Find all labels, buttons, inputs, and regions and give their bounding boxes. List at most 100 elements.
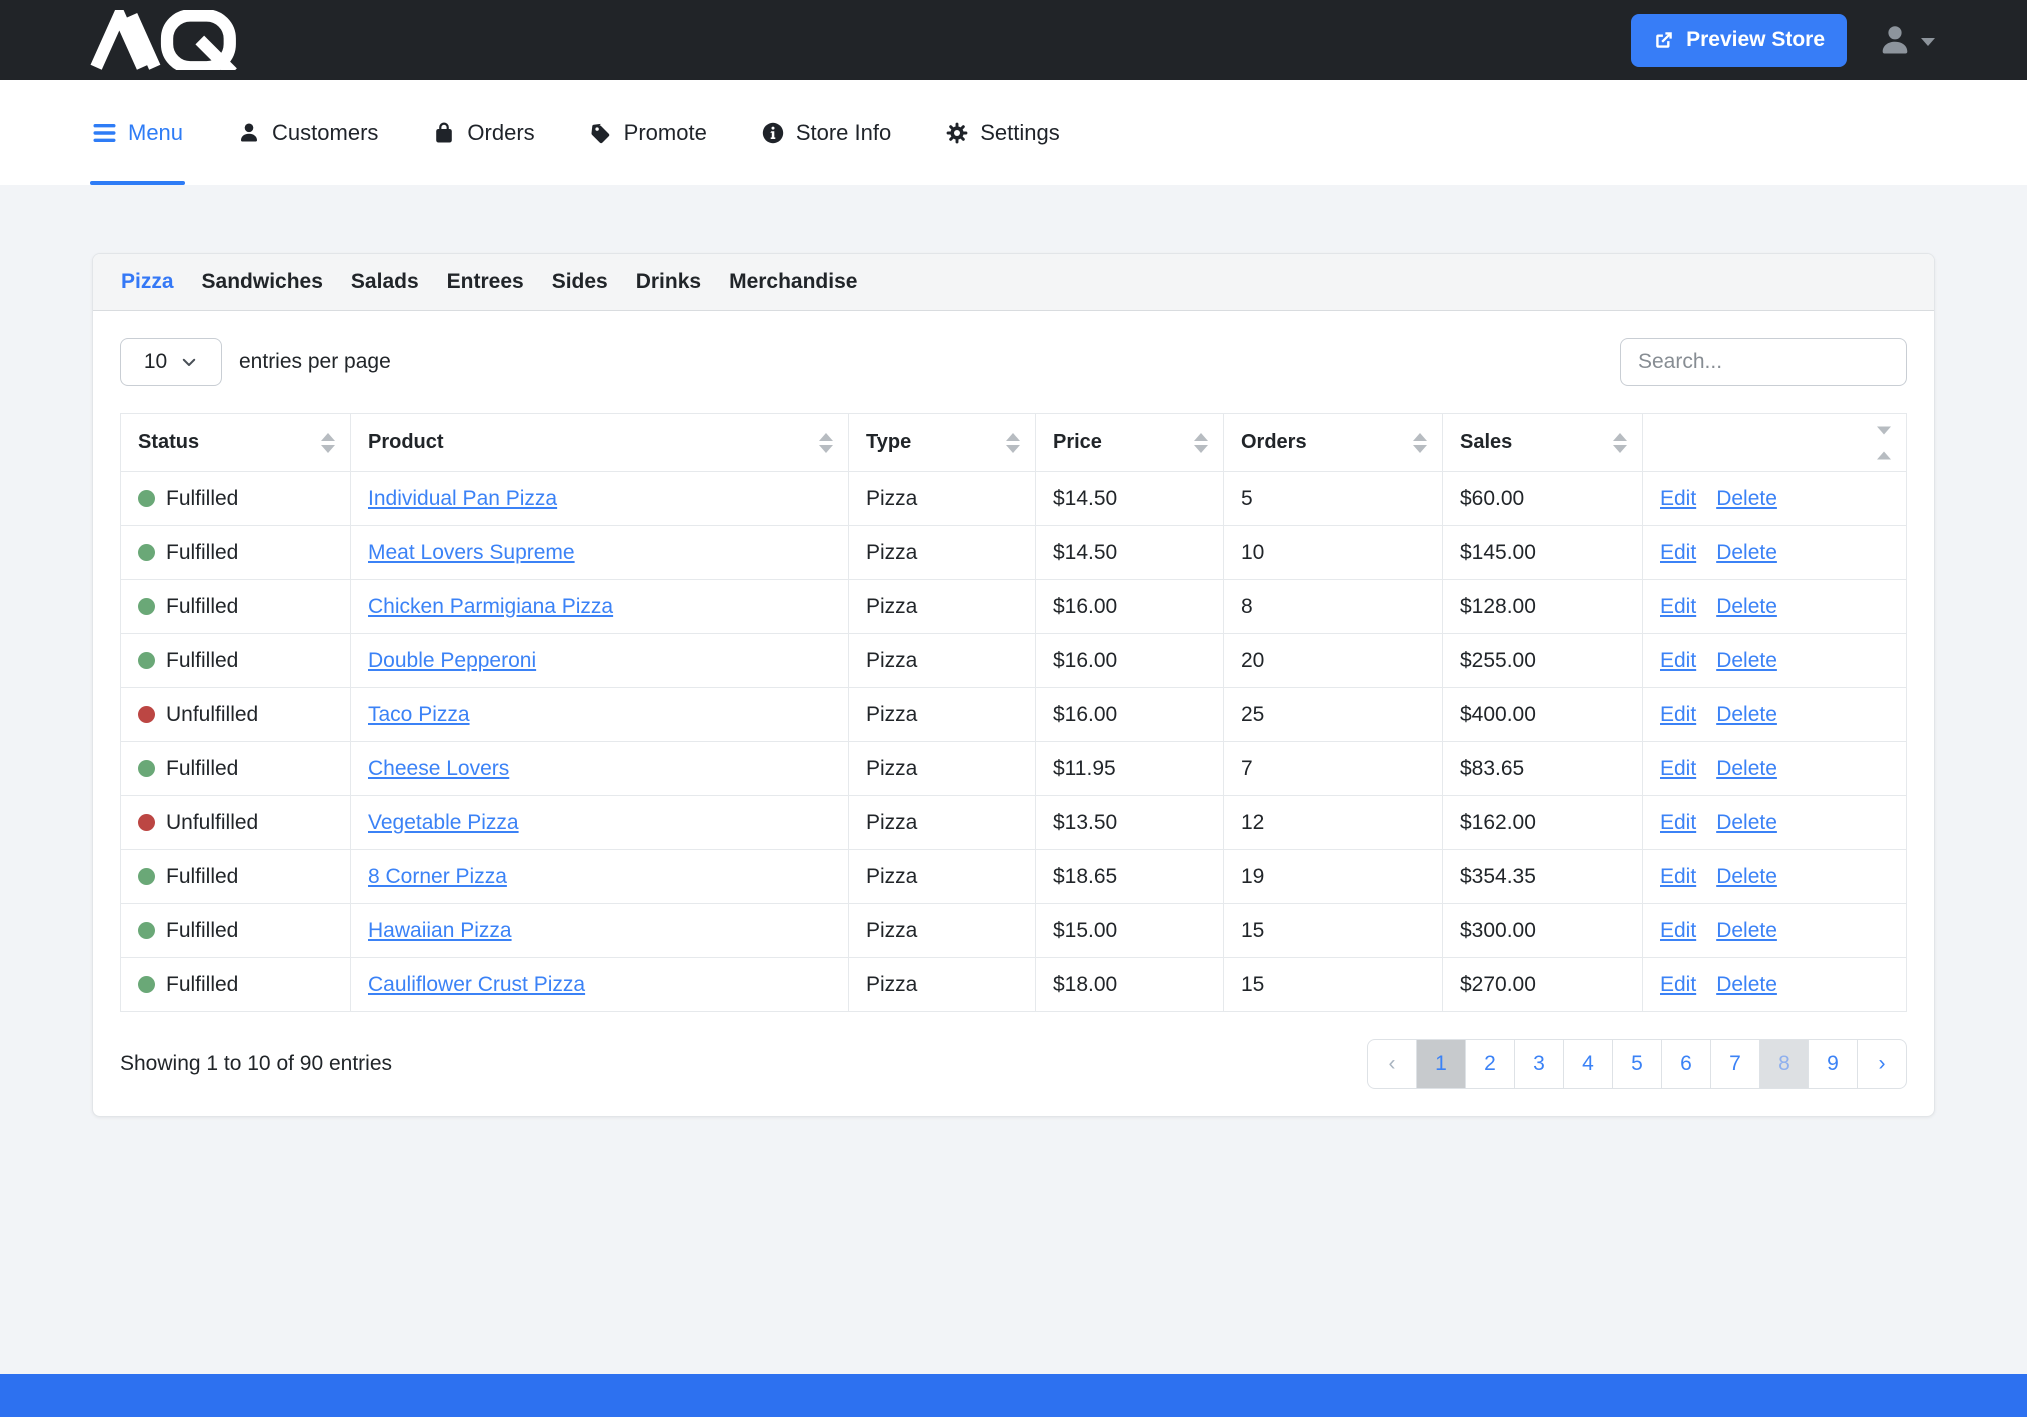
column-label: Type: [866, 431, 911, 453]
column-label: Product: [368, 431, 444, 453]
price-cell: $18.65: [1036, 850, 1224, 904]
table-controls: 10 entries per page: [120, 338, 1907, 386]
status-label: Fulfilled: [166, 487, 238, 511]
edit-link[interactable]: Edit: [1660, 973, 1696, 996]
pagination-page-8[interactable]: 8: [1759, 1039, 1809, 1089]
brand-logo[interactable]: [90, 10, 255, 70]
orders-cell: 19: [1224, 850, 1443, 904]
user-menu[interactable]: [1877, 22, 1935, 58]
edit-link[interactable]: Edit: [1660, 811, 1696, 834]
pagination-page-1[interactable]: 1: [1416, 1039, 1466, 1089]
sales-cell: $128.00: [1443, 580, 1643, 634]
pagination-page-6[interactable]: 6: [1661, 1039, 1711, 1089]
card-body: 10 entries per page Status Product Type Pri…: [93, 311, 1934, 1116]
sales-cell: $300.00: [1443, 904, 1643, 958]
type-cell: Pizza: [849, 742, 1036, 796]
edit-link[interactable]: Edit: [1660, 757, 1696, 780]
bottom-bar: [0, 1374, 2027, 1417]
actions-cell: Edit Delete: [1643, 472, 1907, 526]
tab-drinks[interactable]: Drinks: [636, 270, 701, 294]
orders-cell: 15: [1224, 958, 1443, 1012]
edit-link[interactable]: Edit: [1660, 541, 1696, 564]
product-link[interactable]: Meat Lovers Supreme: [368, 541, 575, 564]
product-link[interactable]: Chicken Parmigiana Pizza: [368, 595, 613, 618]
pagination-page-2[interactable]: 2: [1465, 1039, 1515, 1089]
sales-cell: $270.00: [1443, 958, 1643, 1012]
delete-link[interactable]: Delete: [1716, 649, 1777, 672]
product-link[interactable]: Hawaiian Pizza: [368, 919, 512, 942]
product-link[interactable]: Vegetable Pizza: [368, 811, 519, 834]
product-link[interactable]: Double Pepperoni: [368, 649, 536, 672]
delete-link[interactable]: Delete: [1716, 487, 1777, 510]
products-table: Status Product Type PriceOrdersSales Fulfil…: [120, 413, 1907, 1012]
pagination-page-5[interactable]: 5: [1612, 1039, 1662, 1089]
preview-store-button[interactable]: Preview Store: [1631, 14, 1847, 67]
edit-link[interactable]: Edit: [1660, 649, 1696, 672]
delete-link[interactable]: Delete: [1716, 757, 1777, 780]
external-link-icon: [1653, 29, 1675, 51]
orders-cell: 15: [1224, 904, 1443, 958]
delete-link[interactable]: Delete: [1716, 811, 1777, 834]
edit-link[interactable]: Edit: [1660, 865, 1696, 888]
page-size-select[interactable]: 10: [120, 338, 222, 386]
nav-item-promote[interactable]: Promote: [589, 80, 707, 185]
product-link[interactable]: Taco Pizza: [368, 703, 470, 726]
tab-sides[interactable]: Sides: [552, 270, 608, 294]
nav-item-settings[interactable]: Settings: [945, 80, 1060, 185]
edit-link[interactable]: Edit: [1660, 919, 1696, 942]
column-header-orders[interactable]: Orders: [1224, 414, 1443, 472]
product-link[interactable]: Cheese Lovers: [368, 757, 509, 780]
edit-link[interactable]: Edit: [1660, 703, 1696, 726]
tab-pizza[interactable]: Pizza: [121, 270, 174, 294]
status-dot: [138, 706, 155, 723]
product-link[interactable]: Individual Pan Pizza: [368, 487, 557, 510]
price-cell: $16.00: [1036, 580, 1224, 634]
delete-link[interactable]: Delete: [1716, 973, 1777, 996]
product-cell: 8 Corner Pizza: [351, 850, 849, 904]
table-header-row: Status Product Type PriceOrdersSales: [121, 414, 1907, 472]
pagination-next-button[interactable]: ›: [1857, 1039, 1907, 1089]
type-cell: Pizza: [849, 958, 1036, 1012]
pagination-page-7[interactable]: 7: [1710, 1039, 1760, 1089]
price-cell: $11.95: [1036, 742, 1224, 796]
column-header-price[interactable]: Price: [1036, 414, 1224, 472]
delete-link[interactable]: Delete: [1716, 919, 1777, 942]
nav-item-store-info[interactable]: Store Info: [761, 80, 891, 185]
delete-link[interactable]: Delete: [1716, 595, 1777, 618]
search-input[interactable]: [1620, 338, 1907, 386]
column-header-sales[interactable]: Sales: [1443, 414, 1643, 472]
tab-salads[interactable]: Salads: [351, 270, 419, 294]
delete-link[interactable]: Delete: [1716, 703, 1777, 726]
edit-link[interactable]: Edit: [1660, 595, 1696, 618]
column-header-product[interactable]: Product: [351, 414, 849, 472]
type-cell: Pizza: [849, 472, 1036, 526]
chevron-down-icon: [1921, 38, 1935, 46]
pagination-prev-button[interactable]: ‹: [1367, 1039, 1417, 1089]
status-label: Fulfilled: [166, 757, 238, 781]
chevron-down-icon: [180, 353, 198, 371]
price-cell: $18.00: [1036, 958, 1224, 1012]
column-header-actions[interactable]: [1643, 414, 1907, 472]
pagination-page-9[interactable]: 9: [1808, 1039, 1858, 1089]
nav-item-orders[interactable]: Orders: [432, 80, 534, 185]
edit-link[interactable]: Edit: [1660, 487, 1696, 510]
product-link[interactable]: Cauliflower Crust Pizza: [368, 973, 585, 996]
pagination-page-3[interactable]: 3: [1514, 1039, 1564, 1089]
nav-item-customers[interactable]: Customers: [237, 80, 378, 185]
sales-cell: $83.65: [1443, 742, 1643, 796]
nav-item-menu[interactable]: Menu: [92, 80, 183, 185]
delete-link[interactable]: Delete: [1716, 865, 1777, 888]
preview-store-label: Preview Store: [1686, 28, 1825, 52]
product-link[interactable]: 8 Corner Pizza: [368, 865, 507, 888]
aq-logo-icon: [90, 10, 255, 70]
delete-link[interactable]: Delete: [1716, 541, 1777, 564]
column-header-status[interactable]: Status: [121, 414, 351, 472]
tab-sandwiches[interactable]: Sandwiches: [202, 270, 323, 294]
column-header-type[interactable]: Type: [849, 414, 1036, 472]
tab-merchandise[interactable]: Merchandise: [729, 270, 857, 294]
sort-icon: [1413, 433, 1427, 453]
table-row: Unfulfilled Vegetable Pizza Pizza $13.50…: [121, 796, 1907, 850]
sales-cell: $255.00: [1443, 634, 1643, 688]
pagination-page-4[interactable]: 4: [1563, 1039, 1613, 1089]
tab-entrees[interactable]: Entrees: [447, 270, 524, 294]
